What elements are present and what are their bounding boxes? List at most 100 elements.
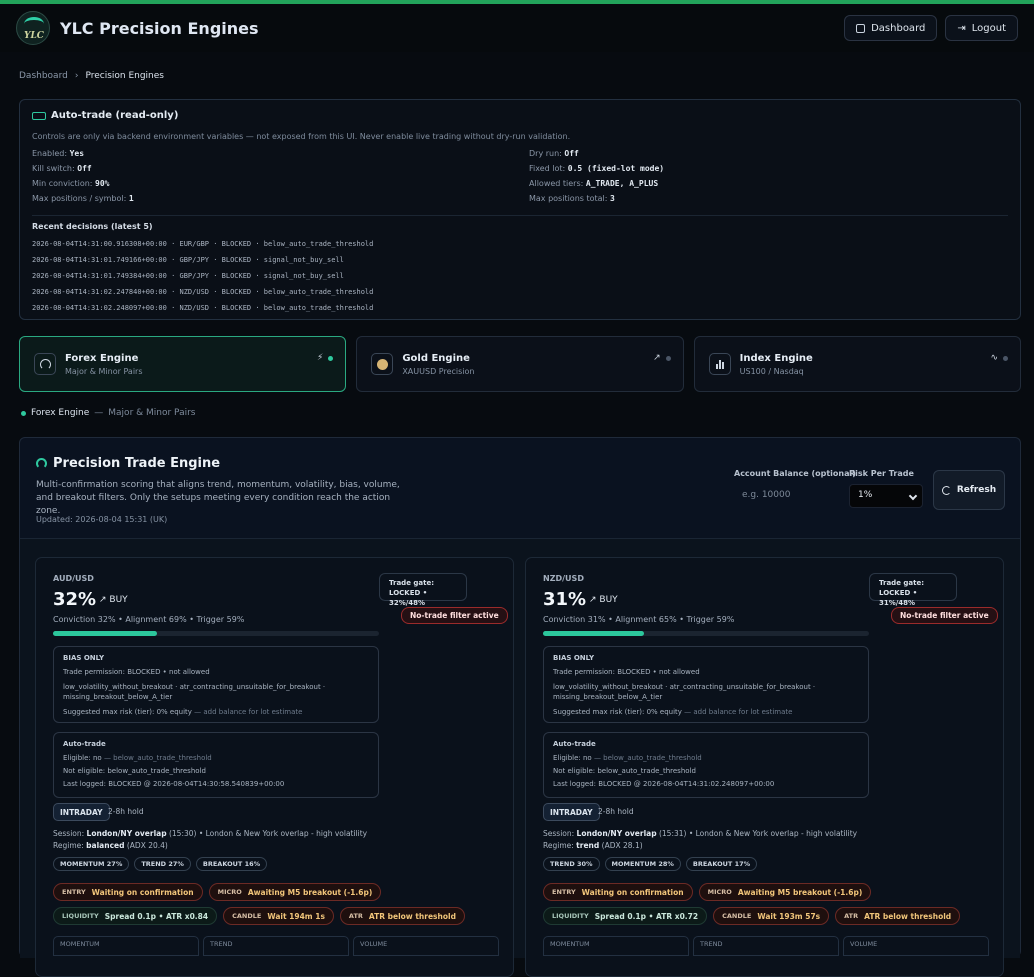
decision-row: 2026-08-04T14:31:02.247840+00:00 · NZD/U… — [32, 288, 374, 296]
breadcrumb-dashboard[interactable]: Dashboard — [19, 71, 68, 81]
auto-trade-box: Auto-trade Eligible: no — below_auto_tra… — [543, 732, 869, 798]
conviction-line: Conviction 31% • Alignment 65% • Trigger… — [543, 615, 735, 624]
factor-pills: TREND 30% MOMENTUM 28% BREAKOUT 17% — [543, 857, 758, 871]
updated-time: Updated: 2026-08-04 15:31 (UK) — [36, 515, 168, 524]
lightning-icon: ⚡ — [317, 353, 324, 363]
engine-description: Multi-confirmation scoring that aligns t… — [36, 480, 400, 516]
timeframe-tag: INTRADAY — [53, 803, 110, 821]
direction-buy: ↗ BUY — [589, 595, 618, 605]
risk-per-trade-label: Risk Per Trade — [849, 469, 914, 478]
factor-pill: TREND 27% — [134, 857, 191, 871]
no-trade-filter-badge: No-trade filter active — [891, 607, 998, 624]
refresh-button[interactable]: Refresh — [933, 470, 1005, 510]
bias-box: BIAS ONLY Trade permission: BLOCKED • no… — [543, 646, 869, 723]
status-dot-active — [328, 355, 334, 361]
signal-card-aud-usd: AUD/USD 32% ↗ BUY Conviction 32% • Align… — [35, 557, 514, 977]
metric-tile-momentum: MOMENTUM — [53, 936, 199, 956]
logout-button[interactable]: ⇥ Logout — [945, 15, 1018, 41]
setting-min-conviction: Min conviction: 90% — [32, 179, 110, 188]
factor-pill: MOMENTUM 28% — [604, 857, 681, 871]
chip-candle: CANDLE Wait 193m 57s — [713, 907, 830, 925]
pair-name: NZD/USD — [543, 574, 584, 583]
factor-pills: MOMENTUM 27% TREND 27% BREAKOUT 16% — [53, 857, 268, 871]
grid-icon — [856, 23, 866, 33]
metric-tile-trend: TREND — [203, 936, 349, 956]
logout-icon: ⇥ — [957, 22, 966, 34]
tab-forex-engine[interactable]: Forex Engine Major & Minor Pairs ⚡ — [19, 336, 347, 392]
risk-per-trade-select[interactable]: 1% — [849, 484, 923, 508]
refresh-icon — [941, 485, 951, 495]
factor-pill: TREND 30% — [543, 857, 600, 871]
bar-chart-icon — [708, 353, 731, 375]
auto-trade-panel: Auto-trade (read-only) Controls are only… — [19, 99, 1021, 320]
conviction-bar-fill — [543, 631, 645, 636]
breadcrumb: Dashboard › Precision Engines — [19, 71, 164, 81]
setting-max-positions-total: Max positions total: 3 — [529, 194, 615, 203]
gauge-icon — [34, 353, 56, 375]
metric-tile-momentum: MOMENTUM — [543, 936, 689, 956]
conviction-line: Conviction 32% • Alignment 69% • Trigger… — [53, 615, 245, 624]
metric-tiles: MOMENTUM TREND VOLUME — [53, 936, 499, 956]
decision-row: 2026-08-04T14:31:01.749384+00:00 · GBP/J… — [32, 272, 344, 280]
dashboard-button[interactable]: Dashboard — [844, 15, 938, 41]
auto-trade-settings: Enabled: Yes Dry run: Off Kill switch: O… — [32, 149, 1008, 206]
chip-liquidity: LIQUIDITY Spread 0.1p • ATR x0.72 — [543, 907, 708, 925]
status-dot-active — [21, 410, 26, 416]
trend-up-icon: ↗ — [653, 353, 661, 363]
setting-max-positions-symbol: Max positions / symbol: 1 — [32, 194, 134, 203]
chip-atr: ATR ATR below threshold — [835, 907, 961, 925]
app-logo[interactable]: YLC — [16, 11, 50, 45]
metric-tile-trend: TREND — [693, 936, 839, 956]
status-dot — [665, 355, 671, 361]
conviction-percent: 32% — [53, 589, 97, 610]
tab-index-engine[interactable]: Index Engine US100 / Nasdaq ∿ — [693, 336, 1021, 392]
recent-decisions-title: Recent decisions (latest 5) — [32, 222, 153, 231]
chip-micro: MICRO Awaiting M5 breakout (-1.6p) — [208, 883, 382, 901]
trade-gate-badge: Trade gate: LOCKED • 31%/48% — [869, 573, 957, 607]
hold-duration: 2-8h hold — [108, 807, 144, 816]
chip-candle: CANDLE Wait 194m 1s — [223, 907, 334, 925]
conviction-bar — [53, 631, 379, 636]
factor-pill: BREAKOUT 16% — [195, 857, 268, 871]
activity-icon: ∿ — [990, 353, 998, 363]
logo-text: YLC — [24, 31, 44, 41]
account-balance-label: Account Balance (optional) — [734, 469, 856, 478]
hold-duration: 2-8h hold — [598, 807, 634, 816]
timeframe-tag: INTRADAY — [543, 803, 600, 821]
pair-name: AUD/USD — [53, 574, 94, 583]
setting-fixed-lot: Fixed lot: 0.5 (fixed-lot mode) — [529, 164, 665, 173]
selected-engine-label: Forex Engine — Major & Minor Pairs — [21, 408, 195, 418]
condition-chips: ENTRY Waiting on confirmation MICRO Awaiti… — [543, 883, 1003, 925]
direction-buy: ↗ BUY — [99, 595, 128, 605]
setting-kill-switch: Kill switch: Off — [32, 164, 92, 173]
phoenix-icon — [24, 17, 44, 31]
setting-enabled: Enabled: Yes — [32, 149, 85, 158]
decision-row: 2026-08-04T14:31:01.749166+00:00 · GBP/J… — [32, 256, 344, 264]
chip-liquidity: LIQUIDITY Spread 0.1p • ATR x0.84 — [53, 907, 218, 925]
factor-pill: BREAKOUT 17% — [685, 857, 758, 871]
robot-icon — [32, 111, 46, 120]
engine-title: Precision Trade Engine — [36, 456, 220, 471]
chip-entry: ENTRY Waiting on confirmation — [543, 883, 693, 901]
signal-cards-area: AUD/USD 32% ↗ BUY Conviction 32% • Align… — [20, 538, 1020, 977]
tab-gold-engine[interactable]: Gold Engine XAUUSD Precision ↗ — [356, 336, 684, 392]
decision-row: 2026-08-04T14:31:02.248097+00:00 · NZD/U… — [32, 304, 374, 312]
session-info: Session: London/NY overlap (15:31) • Lon… — [543, 829, 858, 850]
app-header: YLC YLC Precision Engines Dashboard ⇥ Log… — [0, 4, 1034, 52]
setting-dry-run: Dry run: Off — [529, 149, 579, 158]
auto-trade-title: Auto-trade (read-only) — [32, 110, 1008, 121]
factor-pill: MOMENTUM 27% — [53, 857, 130, 871]
divider — [32, 215, 1008, 216]
no-trade-filter-badge: No-trade filter active — [401, 607, 508, 624]
signal-card-nzd-usd: NZD/USD 31% ↗ BUY Conviction 31% • Align… — [525, 557, 1004, 977]
bias-box: BIAS ONLY Trade permission: BLOCKED • no… — [53, 646, 379, 723]
chip-entry: ENTRY Waiting on confirmation — [53, 883, 203, 901]
account-balance-input[interactable]: e.g. 10000 — [734, 486, 844, 508]
app-title: YLC Precision Engines — [60, 18, 259, 38]
metric-tile-volume: VOLUME — [843, 936, 989, 956]
chevron-down-icon — [908, 491, 918, 501]
status-dot — [1002, 355, 1008, 361]
condition-chips: ENTRY Waiting on confirmation MICRO Awaiti… — [53, 883, 513, 925]
conviction-percent: 31% — [543, 589, 587, 610]
session-info: Session: London/NY overlap (15:30) • Lon… — [53, 829, 368, 850]
